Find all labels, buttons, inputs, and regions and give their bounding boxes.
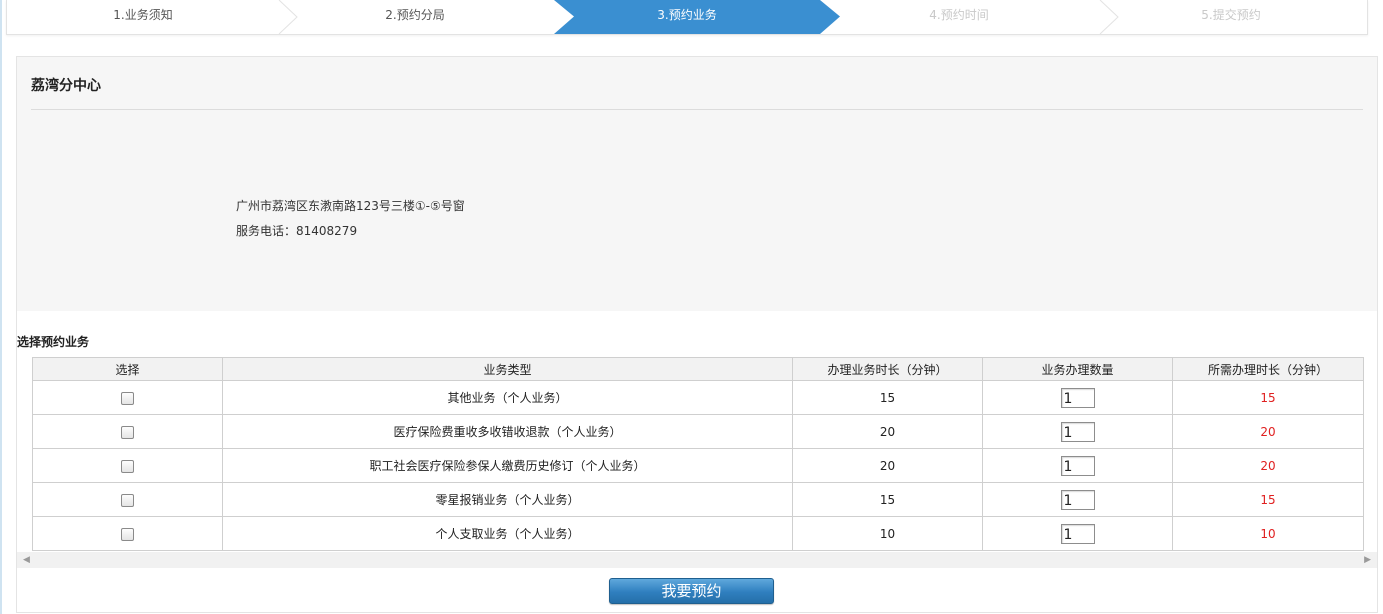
header-business-type: 业务类型 xyxy=(222,357,793,381)
quantity-input[interactable]: 1 xyxy=(1060,421,1095,442)
table-row: 零星报销业务（个人业务） 15 1 15 xyxy=(32,482,1364,517)
total-duration: 10 xyxy=(1172,516,1364,551)
duration: 10 xyxy=(792,516,983,551)
scroll-left-icon[interactable]: ◀ xyxy=(23,555,30,565)
center-phone: 服务电话：81408279 xyxy=(236,224,358,238)
business-type: 零星报销业务（个人业务） xyxy=(222,482,793,517)
book-appointment-button[interactable]: 我要预约 xyxy=(609,578,774,604)
header-quantity: 业务办理数量 xyxy=(982,357,1173,381)
table-row: 个人支取业务（个人业务） 10 1 10 xyxy=(32,516,1364,551)
quantity-input[interactable]: 1 xyxy=(1060,523,1095,544)
header-total-duration: 所需办理时长（分钟） xyxy=(1172,357,1364,381)
table-row: 其他业务（个人业务） 15 1 15 xyxy=(32,380,1364,415)
center-address: 广州市荔湾区东漖南路123号三楼①-⑤号窗 xyxy=(236,199,465,213)
center-info: 荔湾分中心 广州市荔湾区东漖南路123号三楼①-⑤号窗 服务电话：8140827… xyxy=(17,57,1377,311)
header-duration: 办理业务时长（分钟） xyxy=(792,357,983,381)
select-checkbox[interactable] xyxy=(121,527,134,541)
duration: 15 xyxy=(792,380,983,415)
scroll-right-icon[interactable]: ▶ xyxy=(1364,555,1371,565)
section-title: 选择预约业务 xyxy=(17,335,90,349)
select-checkbox[interactable] xyxy=(121,459,134,473)
business-table: 选择 业务类型 办理业务时长（分钟） 业务办理数量 所需办理时长（分钟） 其他业… xyxy=(32,357,1364,551)
step-4-time: 4.预约时间 xyxy=(929,8,989,22)
total-duration: 15 xyxy=(1172,380,1364,415)
step-2-branch[interactable]: 2.预约分局 xyxy=(279,0,551,30)
business-type: 职工社会医疗保险参保人缴费历史修订（个人业务） xyxy=(222,448,793,483)
select-checkbox[interactable] xyxy=(121,425,134,439)
total-duration: 15 xyxy=(1172,482,1364,517)
business-type: 医疗保险费重收多收错收退款（个人业务） xyxy=(222,414,793,449)
table-header-row: 选择 业务类型 办理业务时长（分钟） 业务办理数量 所需办理时长（分钟） xyxy=(32,357,1364,381)
duration: 20 xyxy=(792,448,983,483)
total-duration: 20 xyxy=(1172,448,1364,483)
quantity-input[interactable]: 1 xyxy=(1060,489,1095,510)
table-row: 医疗保险费重收多收错收退款（个人业务） 20 1 20 xyxy=(32,414,1364,449)
quantity-input[interactable]: 1 xyxy=(1060,387,1095,408)
quantity-input[interactable]: 1 xyxy=(1060,455,1095,476)
step-progress-bar: 1.业务须知 2.预约分局 3.预约业务 4.预约时间 5.提交预约 xyxy=(6,0,1368,35)
business-type: 个人支取业务（个人业务） xyxy=(222,516,793,551)
duration: 20 xyxy=(792,414,983,449)
select-checkbox[interactable] xyxy=(121,391,134,405)
step-3-business[interactable]: 3.预约业务 xyxy=(551,0,823,30)
left-border xyxy=(0,0,2,614)
select-checkbox[interactable] xyxy=(121,493,134,507)
appointment-panel: 荔湾分中心 广州市荔湾区东漖南路123号三楼①-⑤号窗 服务电话：8140827… xyxy=(16,56,1378,613)
total-duration: 20 xyxy=(1172,414,1364,449)
table-row: 职工社会医疗保险参保人缴费历史修订（个人业务） 20 1 20 xyxy=(32,448,1364,483)
business-type: 其他业务（个人业务） xyxy=(222,380,793,415)
horizontal-scrollbar[interactable]: ◀ ▶ xyxy=(17,552,1377,568)
step-1-notice[interactable]: 1.业务须知 xyxy=(7,0,279,30)
step-5-submit: 5.提交预约 xyxy=(1201,8,1261,22)
center-name: 荔湾分中心 xyxy=(31,78,101,94)
title-divider xyxy=(31,109,1363,110)
header-select: 选择 xyxy=(32,357,223,381)
duration: 15 xyxy=(792,482,983,517)
